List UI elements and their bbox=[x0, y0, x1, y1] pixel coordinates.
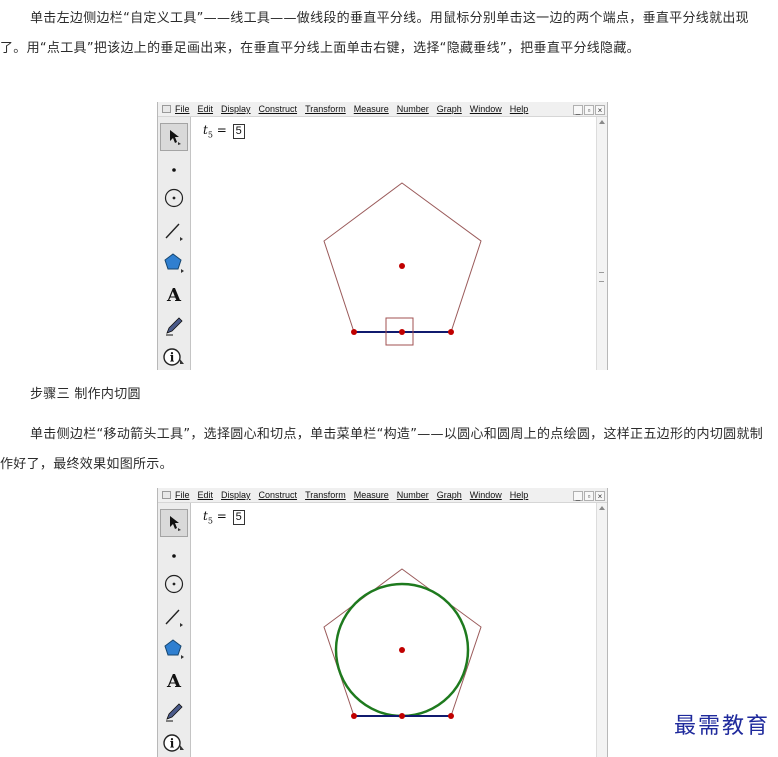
close-button[interactable]: × bbox=[595, 491, 605, 501]
text-tool-glyph: A bbox=[166, 671, 182, 691]
straightedge-tool-icon[interactable] bbox=[160, 217, 188, 245]
menu-number[interactable]: Number bbox=[397, 488, 429, 502]
step-two-paragraph: 单击左边侧边栏“自定义工具”——线工具——做线段的垂直平分线。用鼠标分别单击这一… bbox=[0, 4, 772, 64]
right-vertex-point[interactable] bbox=[448, 329, 454, 335]
compass-tool-icon[interactable] bbox=[160, 570, 188, 598]
sketch-canvas[interactable]: t5 = 5 bbox=[191, 503, 597, 757]
minimize-button[interactable]: _ bbox=[573, 491, 583, 501]
step-three-paragraph: 单击侧边栏“移动箭头工具”，选择圆心和切点，单击菜单栏“构造”——以圆心和圆周上… bbox=[0, 420, 772, 480]
menu-window[interactable]: Window bbox=[470, 102, 502, 116]
close-button[interactable]: × bbox=[595, 105, 605, 115]
center-point[interactable] bbox=[399, 263, 405, 269]
construction-drawing bbox=[323, 568, 482, 719]
sketchpad-window-step3: File Edit Display Construct Transform Measure… bbox=[157, 488, 608, 757]
scroll-thumb[interactable] bbox=[599, 272, 604, 282]
menu-graph[interactable]: Graph bbox=[437, 488, 462, 502]
straightedge-tool-icon[interactable] bbox=[160, 603, 188, 631]
pentagon[interactable] bbox=[323, 182, 482, 333]
text-tool-glyph: A bbox=[166, 285, 182, 305]
menu-construct[interactable]: Construct bbox=[259, 102, 298, 116]
menu-edit[interactable]: Edit bbox=[198, 102, 214, 116]
menu-file[interactable]: File bbox=[175, 102, 190, 116]
point-tool-icon[interactable] bbox=[160, 542, 188, 570]
step-two-text: 单击左边侧边栏“自定义工具”——线工具——做线段的垂直平分线。用鼠标分别单击这一… bbox=[0, 11, 749, 56]
left-vertex-point[interactable] bbox=[351, 329, 357, 335]
menu-display[interactable]: Display bbox=[221, 102, 251, 116]
toolbox: Ai bbox=[158, 503, 191, 757]
menu-measure[interactable]: Measure bbox=[354, 488, 389, 502]
menu-measure[interactable]: Measure bbox=[354, 102, 389, 116]
app-icon[interactable] bbox=[162, 491, 171, 499]
step-three-heading: 步骤三 制作内切圆 bbox=[0, 380, 772, 410]
menu-window[interactable]: Window bbox=[470, 488, 502, 502]
center-point[interactable] bbox=[399, 647, 405, 653]
vertical-scrollbar[interactable] bbox=[596, 503, 607, 757]
scroll-up-icon[interactable] bbox=[599, 120, 605, 124]
text-tool-icon[interactable]: A bbox=[160, 666, 188, 694]
minimize-button[interactable]: _ bbox=[573, 105, 583, 115]
menu-display[interactable]: Display bbox=[221, 488, 251, 502]
step-three-heading-text: 步骤三 制作内切圆 bbox=[30, 387, 141, 402]
information-tool-icon[interactable]: i bbox=[160, 729, 188, 757]
menu-bar: File Edit Display Construct Transform Measure… bbox=[158, 488, 607, 503]
menu-items: File Edit Display Construct Transform Measure… bbox=[175, 488, 536, 502]
arrow-tool-icon[interactable] bbox=[160, 123, 188, 151]
sketchpad-window-step2: File Edit Display Construct Transform Measure… bbox=[157, 102, 608, 370]
information-tool-icon[interactable]: i bbox=[160, 343, 188, 370]
info-tool-glyph: i bbox=[170, 737, 175, 751]
watermark-logo: 最需教育 bbox=[673, 714, 770, 739]
menu-bar: File Edit Display Construct Transform Measure… bbox=[158, 102, 607, 117]
tangent-point[interactable] bbox=[399, 713, 405, 719]
restore-button[interactable]: ▫ bbox=[584, 105, 594, 115]
menu-transform[interactable]: Transform bbox=[305, 102, 346, 116]
scroll-up-icon[interactable] bbox=[599, 506, 605, 510]
menu-help[interactable]: Help bbox=[510, 102, 529, 116]
menu-transform[interactable]: Transform bbox=[305, 488, 346, 502]
right-vertex-point[interactable] bbox=[448, 713, 454, 719]
menu-edit[interactable]: Edit bbox=[198, 488, 214, 502]
app-icon[interactable] bbox=[162, 105, 171, 113]
foot-point[interactable] bbox=[399, 329, 405, 335]
menu-construct[interactable]: Construct bbox=[259, 488, 298, 502]
menu-help[interactable]: Help bbox=[510, 488, 529, 502]
menu-graph[interactable]: Graph bbox=[437, 102, 462, 116]
sketch-canvas[interactable]: t5 = 5 bbox=[191, 117, 597, 370]
pentagon[interactable] bbox=[323, 568, 482, 717]
menu-number[interactable]: Number bbox=[397, 102, 429, 116]
construction-drawing bbox=[323, 182, 482, 346]
polygon-tool-icon[interactable] bbox=[160, 249, 188, 277]
menu-file[interactable]: File bbox=[175, 488, 190, 502]
window-buttons: _ ▫ × bbox=[572, 489, 605, 503]
restore-button[interactable]: ▫ bbox=[584, 491, 594, 501]
text-tool-icon[interactable]: A bbox=[160, 280, 188, 308]
info-tool-glyph: i bbox=[170, 351, 175, 365]
toolbox: Ai bbox=[158, 117, 191, 370]
marker-tool-icon[interactable] bbox=[160, 312, 188, 340]
point-tool-icon[interactable] bbox=[160, 156, 188, 184]
marker-tool-icon[interactable] bbox=[160, 698, 188, 726]
polygon-tool-icon[interactable] bbox=[160, 635, 188, 663]
left-vertex-point[interactable] bbox=[351, 713, 357, 719]
menu-items: File Edit Display Construct Transform Measure… bbox=[175, 102, 536, 116]
window-buttons: _ ▫ × bbox=[572, 103, 605, 117]
compass-tool-icon[interactable] bbox=[160, 184, 188, 212]
vertical-scrollbar[interactable] bbox=[596, 117, 607, 370]
step-three-text: 单击侧边栏“移动箭头工具”，选择圆心和切点，单击菜单栏“构造”——以圆心和圆周上… bbox=[0, 427, 764, 472]
arrow-tool-icon[interactable] bbox=[160, 509, 188, 537]
